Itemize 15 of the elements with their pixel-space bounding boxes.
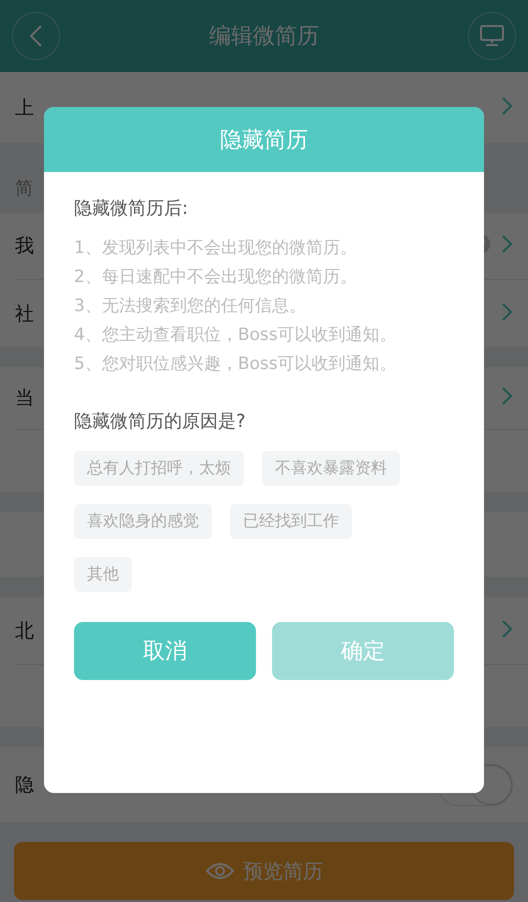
question-text: 隐藏微简历的原因是? [74,410,247,433]
row-label: 北 [15,618,34,644]
page-title: 编辑微简历 [209,23,319,51]
intro-text: 隐藏微简历后: [74,197,190,220]
dialog-title: 隐藏简历 [44,107,484,172]
effect-item: 3、无法搜索到您的任何信息。 [74,295,307,318]
row-label: 社 [15,302,34,326]
row-label: 上 [15,96,34,120]
row-label: 我 [15,234,34,259]
effect-item: 2、每日速配中不会出现您的微简历。 [74,266,358,289]
effect-item: 1、发现列表中不会出现您的微简历。 [74,237,358,260]
effect-item: 4、您主动查看职位，Boss可以收到通知。 [74,324,398,347]
effect-item: 5、您对职位感兴趣，Boss可以收到通知。 [74,353,398,376]
row-label: 当 [15,386,34,411]
row-label: 隐 [15,772,34,798]
